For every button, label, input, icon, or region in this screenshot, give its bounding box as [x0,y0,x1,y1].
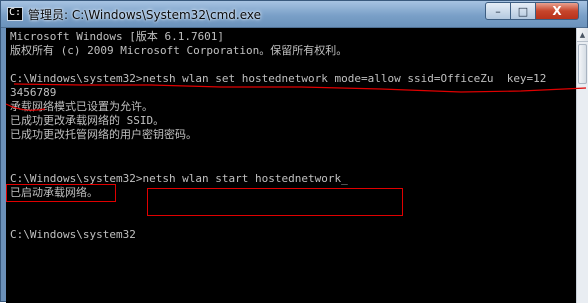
cmd-window: C: 管理员: C:\Windows\System32\cmd.exe – □ … [0,0,588,303]
red-underline-annotations [5,83,587,111]
underline-set-command [13,83,587,93]
underline-mark-key [5,103,46,111]
